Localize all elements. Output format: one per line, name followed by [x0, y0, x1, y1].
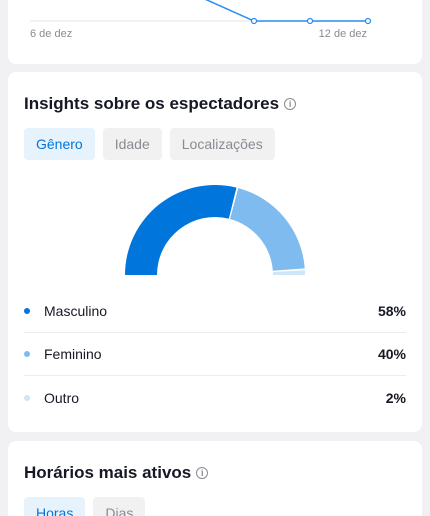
viewer-insights-card: Insights sobre os espectadores i Gênero … [8, 72, 422, 432]
info-icon[interactable]: i [284, 98, 297, 110]
legend-value: 2% [385, 389, 406, 406]
legend-dot [24, 351, 30, 357]
views-point [250, 17, 258, 25]
views-point [306, 17, 314, 25]
insights-tabs: Gênero Idade Localizações [24, 128, 275, 160]
legend-row-masculino: Masculino 58% [24, 290, 406, 333]
legend-value: 40% [377, 346, 406, 362]
tab-idade[interactable]: Idade [102, 128, 162, 160]
x-axis-end-label: 12 de dez [318, 28, 367, 40]
donut-segment-feminino [230, 188, 305, 271]
info-icon[interactable]: i [196, 467, 209, 479]
views-line [205, 0, 368, 22]
donut-segment-masculino [125, 185, 237, 275]
legend-value: 58% [377, 303, 406, 319]
tab-genero[interactable]: Gênero [24, 128, 95, 160]
legend-label: Feminino [44, 346, 102, 362]
views-point [364, 17, 372, 25]
tab-dias[interactable]: Dias [93, 497, 146, 516]
legend-label: Masculino [44, 303, 108, 319]
legend-dot [24, 394, 30, 401]
legend-dot [24, 308, 30, 314]
active-times-tabs: Horas Dias [24, 497, 146, 516]
gender-legend: Masculino 58% Feminino 40% Outro 2% [24, 290, 406, 419]
legend-row-feminino: Feminino 40% [24, 333, 406, 376]
gender-donut-chart [125, 185, 305, 275]
x-axis-start-label: 6 de dez [30, 28, 73, 40]
insights-title: Insights sobre os espectadores i [24, 94, 297, 114]
legend-row-outro: Outro 2% [24, 376, 406, 419]
tab-horas[interactable]: Horas [24, 497, 86, 516]
views-chart-card: 6 de dez 12 de dez [8, 0, 422, 64]
insights-title-text: Insights sobre os espectadores [24, 94, 280, 113]
legend-label: Outro [44, 389, 80, 406]
donut-segment-outro [272, 270, 305, 275]
active-times-title: Horários mais ativos i [24, 463, 209, 483]
tab-localizacoes[interactable]: Localizações [169, 128, 275, 160]
active-times-title-text: Horários mais ativos [24, 463, 192, 482]
active-times-card: Horários mais ativos i Horas Dias [8, 441, 422, 516]
